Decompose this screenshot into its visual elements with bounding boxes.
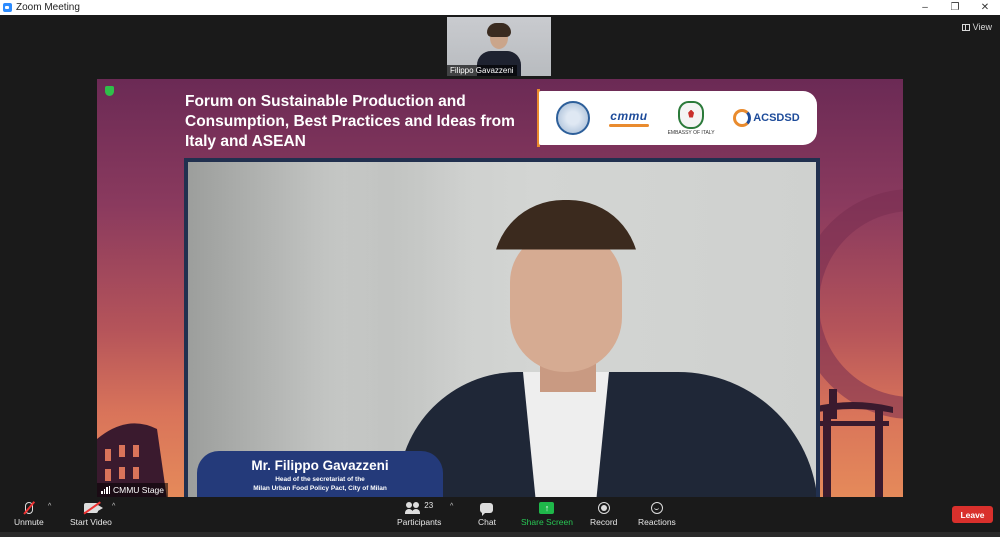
video-off-icon	[83, 503, 103, 513]
window-controls: – ❐ ✕	[910, 0, 1000, 15]
signal-strength-icon	[101, 486, 110, 494]
acsdsd-logo-text: ACSDSD	[753, 112, 800, 124]
speaker-face	[510, 232, 622, 372]
acsdsd-logo: ACSDSD	[733, 109, 800, 127]
reactions-icon	[650, 502, 663, 514]
close-button[interactable]: ✕	[970, 0, 1000, 15]
meeting-toolbar: Unmute ^ Start Video ^ 23 Participants ^…	[0, 497, 1000, 532]
view-button[interactable]: View	[961, 22, 992, 32]
chat-icon	[480, 503, 494, 516]
share-screen-icon: ↑	[539, 502, 555, 514]
participants-options-caret[interactable]: ^	[450, 503, 453, 510]
audio-options-caret[interactable]: ^	[48, 503, 51, 510]
speaker-role: Head of the secretariat of the Milan Urb…	[197, 476, 443, 493]
embassy-emblem-logo: EMBASSY OF ITALY	[667, 100, 715, 136]
window-title: Zoom Meeting	[16, 2, 80, 13]
embassy-caption: EMBASSY OF ITALY	[667, 129, 715, 136]
muted-microphone-icon	[24, 502, 33, 514]
main-video-stage[interactable]: Forum on Sustainable Production and Cons…	[97, 79, 903, 497]
record-icon	[597, 502, 610, 514]
logo-bar: cmmu EMBASSY OF ITALY ACSDSD	[539, 91, 817, 145]
speaker-name: Mr. Filippo Gavazzeni	[251, 458, 389, 473]
participants-label: Participants	[397, 517, 442, 527]
thumbnail-person-hair	[487, 23, 511, 37]
unmute-button[interactable]: Unmute	[14, 499, 44, 527]
reactions-label: Reactions	[638, 517, 676, 527]
bottom-strip	[0, 532, 1000, 537]
speaker-video-frame	[184, 158, 820, 497]
participants-icon	[405, 502, 421, 514]
stage-name-label: CMMU Stage	[113, 485, 165, 495]
leave-button[interactable]: Leave	[952, 506, 993, 523]
chat-label: Chat	[478, 517, 496, 527]
speaker-role-line1: Head of the secretariat of the	[275, 476, 365, 483]
start-video-button[interactable]: Start Video	[70, 499, 112, 527]
participants-count: 23	[424, 500, 434, 510]
grid-view-icon	[961, 23, 970, 31]
window-titlebar: Zoom Meeting – ❐ ✕	[0, 0, 1000, 15]
chat-button[interactable]: Chat	[478, 499, 496, 527]
encryption-shield-icon[interactable]	[105, 86, 114, 96]
participants-button[interactable]: 23 Participants	[397, 499, 442, 528]
reactions-button[interactable]: Reactions	[638, 499, 676, 527]
record-button[interactable]: Record	[590, 499, 617, 527]
cmmu-logo: cmmu	[608, 109, 649, 127]
participant-thumbnail[interactable]: Filippo Gavazzeni	[447, 17, 551, 76]
zoom-app-icon	[3, 3, 12, 12]
cmmu-logo-text: cmmu	[610, 109, 648, 123]
video-options-caret[interactable]: ^	[112, 503, 115, 510]
minimize-button[interactable]: –	[910, 0, 940, 15]
share-screen-button[interactable]: ↑ Share Screen	[521, 499, 573, 527]
view-label: View	[972, 22, 992, 32]
start-video-label: Start Video	[70, 517, 112, 527]
restore-button[interactable]: ❐	[940, 0, 970, 15]
speaker-role-line2: Milan Urban Food Policy Pact, City of Mi…	[253, 484, 387, 492]
speaker-video	[188, 162, 816, 497]
share-screen-label: Share Screen	[521, 517, 573, 527]
record-label: Record	[590, 517, 618, 527]
stage-name-tag: CMMU Stage	[97, 483, 169, 497]
thumbnail-name-tag: Filippo Gavazzeni	[447, 65, 517, 76]
gate-silhouette	[813, 389, 893, 497]
speaker-lower-third: Mr. Filippo Gavazzeni Head of the secret…	[197, 451, 443, 497]
slide-title: Forum on Sustainable Production and Cons…	[185, 93, 515, 150]
unmute-label: Unmute	[14, 517, 44, 527]
university-seal-logo	[556, 101, 591, 135]
